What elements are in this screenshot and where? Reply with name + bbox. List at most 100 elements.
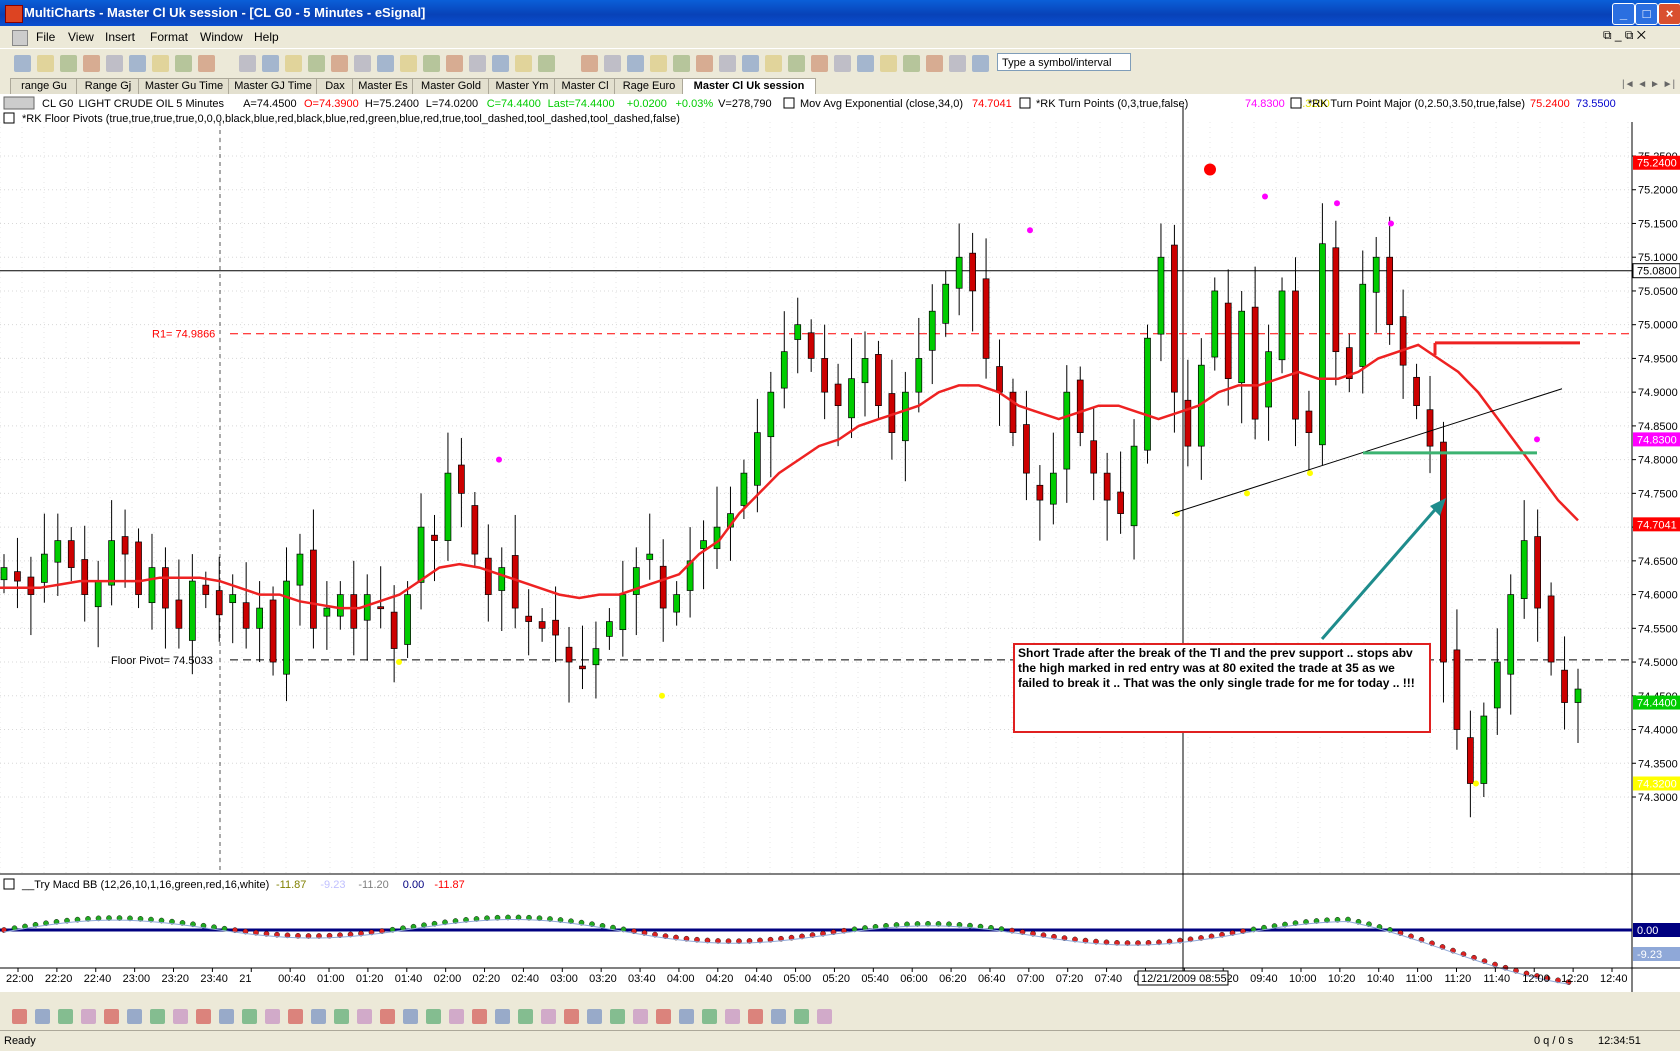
toolbar-button-icon[interactable] xyxy=(650,55,667,72)
tab-range-gj[interactable]: Range Gj xyxy=(76,78,140,94)
toolbar-button-icon[interactable] xyxy=(515,55,532,72)
tab-dax[interactable]: Dax xyxy=(316,78,354,94)
toolbar-button-icon[interactable] xyxy=(37,55,54,72)
toolbar-button-icon[interactable] xyxy=(765,55,782,72)
toolbar-button-icon[interactable] xyxy=(331,55,348,72)
menu-insert[interactable]: Insert xyxy=(105,30,135,44)
doc-icon[interactable] xyxy=(12,30,28,46)
tab-master-cl[interactable]: Master Cl xyxy=(554,78,616,94)
toolbar-button-icon[interactable] xyxy=(492,55,509,72)
drawing-tool-icon[interactable] xyxy=(426,1009,441,1024)
toolbar-button-icon[interactable] xyxy=(285,55,302,72)
drawing-tool-icon[interactable] xyxy=(265,1009,280,1024)
toolbar-button-icon[interactable] xyxy=(198,55,215,72)
toolbar-button-icon[interactable] xyxy=(175,55,192,72)
drawing-tool-icon[interactable] xyxy=(794,1009,809,1024)
toolbar-button-icon[interactable] xyxy=(83,55,100,72)
toolbar-button-icon[interactable] xyxy=(446,55,463,72)
toolbar-button-icon[interactable] xyxy=(949,55,966,72)
toolbar-button-icon[interactable] xyxy=(106,55,123,72)
tab-master-es[interactable]: Master Es xyxy=(352,78,414,94)
drawing-tool-icon[interactable] xyxy=(610,1009,625,1024)
minimize-button[interactable]: _ xyxy=(1612,3,1635,25)
toolbar-button-icon[interactable] xyxy=(719,55,736,72)
drawing-tool-icon[interactable] xyxy=(311,1009,326,1024)
toolbar-button-icon[interactable] xyxy=(14,55,31,72)
price-chart[interactable]: R1= 74.9866 Floor Pivot= 74.5033 R2= 75.35… xyxy=(0,94,1680,992)
drawing-tool-icon[interactable] xyxy=(587,1009,602,1024)
drawing-tool-icon[interactable] xyxy=(127,1009,142,1024)
toolbar-button-icon[interactable] xyxy=(239,55,256,72)
chart-window[interactable]: R1= 74.9866 Floor Pivot= 74.5033 R2= 75.35… xyxy=(0,94,1680,992)
tab-master-gold[interactable]: Master Gold xyxy=(412,78,490,94)
toolbar-button-icon[interactable] xyxy=(742,55,759,72)
toolbar-button-icon[interactable] xyxy=(581,55,598,72)
toolbar-button-icon[interactable] xyxy=(377,55,394,72)
toolbar-button-icon[interactable] xyxy=(903,55,920,72)
toolbar-button-icon[interactable] xyxy=(308,55,325,72)
tab-scroll-icon[interactable]: |◄ ◄ ► ►| xyxy=(1622,79,1675,90)
drawing-tool-icon[interactable] xyxy=(748,1009,763,1024)
drawing-tool-icon[interactable] xyxy=(771,1009,786,1024)
toolbar-button-icon[interactable] xyxy=(788,55,805,72)
drawing-tool-icon[interactable] xyxy=(702,1009,717,1024)
toolbar-button-icon[interactable] xyxy=(262,55,279,72)
drawing-tool-icon[interactable] xyxy=(518,1009,533,1024)
drawing-tool-icon[interactable] xyxy=(219,1009,234,1024)
toolbar-button-icon[interactable] xyxy=(354,55,371,72)
drawing-tool-icon[interactable] xyxy=(564,1009,579,1024)
toolbar-button-icon[interactable] xyxy=(423,55,440,72)
toolbar-button-icon[interactable] xyxy=(627,55,644,72)
toolbar-button-icon[interactable] xyxy=(400,55,417,72)
drawing-tool-icon[interactable] xyxy=(173,1009,188,1024)
drawing-tool-icon[interactable] xyxy=(817,1009,832,1024)
drawing-tool-icon[interactable] xyxy=(104,1009,119,1024)
toolbar-button-icon[interactable] xyxy=(834,55,851,72)
tab-range-gu[interactable]: range Gu xyxy=(10,78,78,94)
toolbar-button-icon[interactable] xyxy=(152,55,169,72)
drawing-tool-icon[interactable] xyxy=(357,1009,372,1024)
drawing-tool-icon[interactable] xyxy=(472,1009,487,1024)
drawing-tool-icon[interactable] xyxy=(12,1009,27,1024)
drawing-tool-icon[interactable] xyxy=(656,1009,671,1024)
toolbar-button-icon[interactable] xyxy=(673,55,690,72)
drawing-tool-icon[interactable] xyxy=(633,1009,648,1024)
toolbar-button-icon[interactable] xyxy=(696,55,713,72)
mdi-restore-icon[interactable]: ⧉ _ ⧉ ✕ xyxy=(1603,28,1646,43)
drawing-tool-icon[interactable] xyxy=(449,1009,464,1024)
toolbar-button-icon[interactable] xyxy=(926,55,943,72)
symbol-input[interactable]: Type a symbol/interval xyxy=(997,53,1131,71)
tab-master-gj-time[interactable]: Master GJ Time xyxy=(228,78,318,94)
drawing-tool-icon[interactable] xyxy=(81,1009,96,1024)
toolbar-button-icon[interactable] xyxy=(469,55,486,72)
drawing-tool-icon[interactable] xyxy=(495,1009,510,1024)
drawing-tool-icon[interactable] xyxy=(541,1009,556,1024)
toolbar-button-icon[interactable] xyxy=(604,55,621,72)
tab-master-cl-uk-session[interactable]: Master Cl Uk session xyxy=(682,78,816,95)
drawing-tool-icon[interactable] xyxy=(380,1009,395,1024)
tab-master-ym[interactable]: Master Ym xyxy=(488,78,556,94)
drawing-tool-icon[interactable] xyxy=(58,1009,73,1024)
menu-window[interactable]: Window xyxy=(200,30,243,44)
drawing-tool-icon[interactable] xyxy=(242,1009,257,1024)
drawing-tool-icon[interactable] xyxy=(679,1009,694,1024)
tab-rage-euro[interactable]: Rage Euro xyxy=(614,78,684,94)
toolbar-button-icon[interactable] xyxy=(538,55,555,72)
menu-help[interactable]: Help xyxy=(254,30,279,44)
drawing-tool-icon[interactable] xyxy=(288,1009,303,1024)
drawing-tool-icon[interactable] xyxy=(725,1009,740,1024)
drawing-tool-icon[interactable] xyxy=(35,1009,50,1024)
drawing-tool-icon[interactable] xyxy=(196,1009,211,1024)
toolbar-button-icon[interactable] xyxy=(811,55,828,72)
toolbar-button-icon[interactable] xyxy=(129,55,146,72)
menu-format[interactable]: Format xyxy=(150,30,188,44)
menu-view[interactable]: View xyxy=(68,30,94,44)
toolbar-button-icon[interactable] xyxy=(857,55,874,72)
maximize-button[interactable]: □ xyxy=(1635,3,1658,25)
close-button[interactable]: × xyxy=(1658,3,1680,25)
tab-master-gu-time[interactable]: Master Gu Time xyxy=(138,78,230,94)
drawing-tool-icon[interactable] xyxy=(403,1009,418,1024)
toolbar-button-icon[interactable] xyxy=(60,55,77,72)
toolbar-button-icon[interactable] xyxy=(972,55,989,72)
drawing-tool-icon[interactable] xyxy=(334,1009,349,1024)
